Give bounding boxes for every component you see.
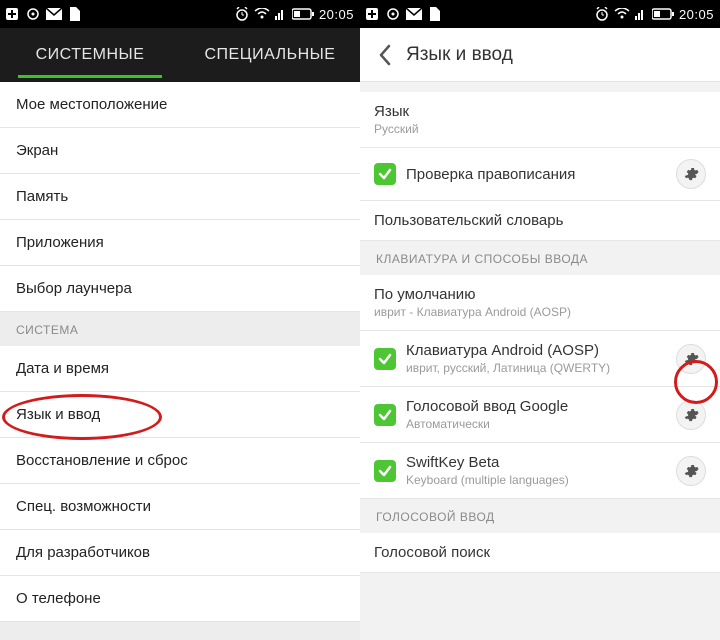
item-language[interactable]: Язык Русский — [360, 92, 720, 148]
statusbar-right: 20:05 — [360, 0, 720, 28]
item-launcher[interactable]: Выбор лаунчера — [0, 266, 360, 312]
wifi-icon — [614, 8, 630, 20]
statusbar-left: 20:05 — [0, 0, 360, 28]
checkbox-aosp[interactable] — [374, 348, 396, 370]
item-display[interactable]: Экран — [0, 128, 360, 174]
item-date-time[interactable]: Дата и время — [0, 346, 360, 392]
item-ime-swiftkey: SwiftKey Beta Keyboard (multiple languag… — [360, 443, 720, 499]
page-title: Язык и ввод — [406, 44, 513, 66]
item-language-input[interactable]: Язык и ввод — [0, 392, 360, 438]
ime-swiftkey-settings-button[interactable] — [676, 456, 706, 486]
alarm-icon — [595, 7, 609, 21]
item-accessibility[interactable]: Спец. возможности — [0, 484, 360, 530]
back-button[interactable] — [370, 40, 400, 70]
section-system: СИСТЕМА — [0, 312, 360, 346]
ime-aosp-label: Клавиатура Android (AOSP) — [406, 342, 666, 359]
tabs: СИСТЕМНЫЕ СПЕЦИАЛЬНЫЕ — [0, 28, 360, 82]
plus-badge-icon — [6, 7, 20, 21]
clock-time: 20:05 — [319, 7, 354, 22]
ime-aosp-settings-button[interactable] — [676, 344, 706, 374]
plus-badge-icon — [366, 7, 380, 21]
item-location[interactable]: Мое местоположение — [0, 82, 360, 128]
titlebar: Язык и ввод — [360, 28, 720, 82]
item-memory[interactable]: Память — [0, 174, 360, 220]
clock-time: 20:05 — [679, 7, 714, 22]
default-label: По умолчанию — [374, 286, 706, 303]
ime-swiftkey-sub: Keyboard (multiple languages) — [406, 473, 666, 487]
section-keyboard: КЛАВИАТУРА И СПОСОБЫ ВВОДА — [360, 241, 720, 275]
item-developer[interactable]: Для разработчиков — [0, 530, 360, 576]
mail-icon — [46, 7, 62, 21]
mail-icon — [406, 7, 422, 21]
left-screenshot: 20:05 СИСТЕМНЫЕ СПЕЦИАЛЬНЫЕ Мое местопол… — [0, 0, 360, 640]
default-value: иврит - Клавиатура Android (AOSP) — [374, 305, 706, 319]
spellcheck-settings-button[interactable] — [676, 159, 706, 189]
item-ime-aosp: Клавиатура Android (AOSP) иврит, русский… — [360, 331, 720, 387]
item-voice-search[interactable]: Голосовой поиск — [360, 533, 720, 573]
language-label: Язык — [374, 103, 706, 120]
item-default-keyboard[interactable]: По умолчанию иврит - Клавиатура Android … — [360, 275, 720, 331]
item-user-dictionary[interactable]: Пользовательский словарь — [360, 201, 720, 241]
checkbox-spellcheck[interactable] — [374, 163, 396, 185]
section-voice-input: ГОЛОСОВОЙ ВВОД — [360, 499, 720, 533]
item-spellcheck: Проверка правописания — [360, 148, 720, 201]
item-apps[interactable]: Приложения — [0, 220, 360, 266]
ime-aosp-sub: иврит, русский, Латиница (QWERTY) — [406, 361, 666, 375]
voice-search-label: Голосовой поиск — [374, 544, 706, 561]
wifi-icon — [254, 8, 270, 20]
signal-icon — [635, 8, 647, 20]
checkbox-google-voice[interactable] — [374, 404, 396, 426]
checkbox-swiftkey[interactable] — [374, 460, 396, 482]
item-ime-google-voice: Голосовой ввод Google Автоматически — [360, 387, 720, 443]
right-screenshot: 20:05 Язык и ввод Язык Русский Проверка … — [360, 0, 720, 640]
item-about[interactable]: О телефоне — [0, 576, 360, 622]
language-value: Русский — [374, 122, 706, 136]
ime-google-sub: Автоматически — [406, 417, 666, 431]
sim-icon — [68, 7, 80, 21]
settings-list: Мое местоположение Экран Память Приложен… — [0, 82, 360, 622]
user-dict-label: Пользовательский словарь — [374, 212, 706, 229]
signal-icon — [275, 8, 287, 20]
battery-icon — [652, 8, 674, 20]
target-icon — [386, 7, 400, 21]
ime-google-settings-button[interactable] — [676, 400, 706, 430]
ime-google-label: Голосовой ввод Google — [406, 398, 666, 415]
sim-icon — [428, 7, 440, 21]
target-icon — [26, 7, 40, 21]
tab-special[interactable]: СПЕЦИАЛЬНЫЕ — [180, 28, 360, 82]
ime-swiftkey-label: SwiftKey Beta — [406, 454, 666, 471]
battery-icon — [292, 8, 314, 20]
alarm-icon — [235, 7, 249, 21]
item-backup-reset[interactable]: Восстановление и сброс — [0, 438, 360, 484]
tab-system[interactable]: СИСТЕМНЫЕ — [0, 28, 180, 82]
spellcheck-label: Проверка правописания — [406, 166, 666, 183]
